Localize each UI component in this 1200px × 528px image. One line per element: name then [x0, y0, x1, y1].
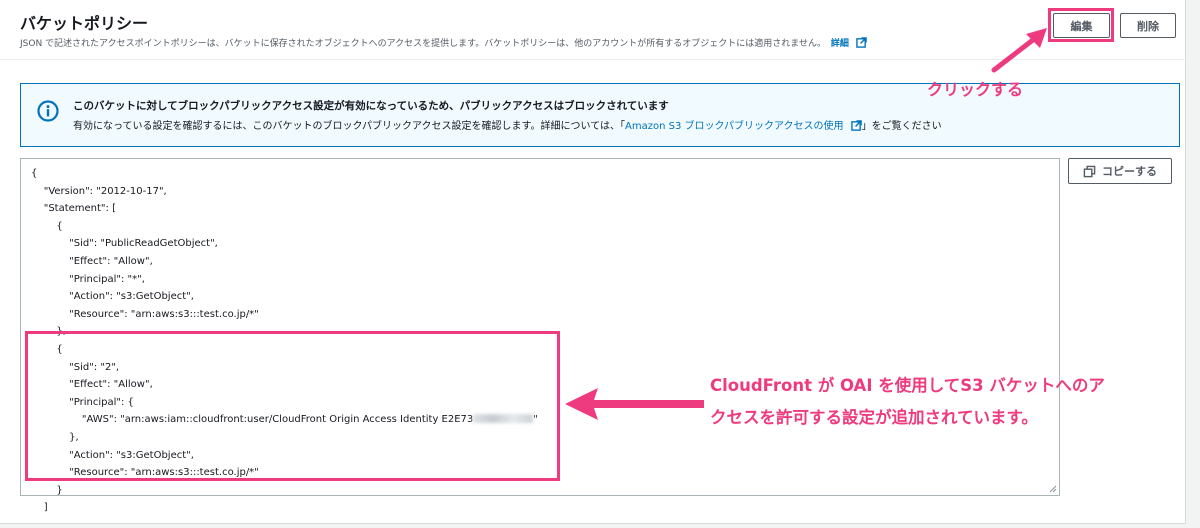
oai-statement-highlight	[25, 331, 560, 481]
alert-body-suffix: 」をご覧ください	[861, 121, 942, 132]
alert-body-prefix: 有効になっている設定を確認するには、このバケットのブロックパブリックアクセス設定…	[73, 121, 625, 132]
code-line: {	[31, 168, 38, 179]
code-line: "Principal": "*",	[31, 273, 145, 285]
copy-icon	[1083, 165, 1096, 177]
external-link-icon	[855, 37, 867, 48]
code-line: "Sid": "PublicReadGetObject",	[31, 238, 218, 250]
code-line: }	[31, 484, 63, 496]
delete-button[interactable]: 削除	[1120, 13, 1176, 38]
resize-handle-icon[interactable]	[1049, 485, 1057, 493]
code-line: "Effect": "Allow",	[31, 255, 153, 267]
alert-body: 有効になっている設定を確認するには、このバケットのブロックパブリックアクセス設定…	[73, 117, 942, 132]
code-line: "Resource": "arn:aws:s3:::test.co.jp/*"	[31, 308, 259, 320]
code-line: "Statement": [	[31, 203, 116, 215]
block-public-access-link[interactable]: Amazon S3 ブロックパブリックアクセスの使用	[625, 121, 843, 132]
alert-title: このバケットに対してブロックパブリックアクセス設定が有効になっているため、パブリ…	[73, 100, 669, 112]
policy-annotation-line-1: CloudFront が OAI を使用してS3 バケットへのア	[710, 376, 1105, 395]
details-link[interactable]: 詳細	[831, 39, 849, 49]
policy-annotation-line-2: クセスを許可する設定が追加されています。	[710, 408, 1038, 427]
copy-button-label: コピーする	[1102, 165, 1157, 178]
code-line: "Version": "2012-10-17",	[31, 185, 167, 197]
external-link-icon	[850, 120, 862, 131]
code-line: {	[31, 220, 63, 232]
edit-button-highlight	[1048, 8, 1114, 42]
page-description: JSON で記述されたアクセスポイントポリシーは、バケットに保存されたオブジェク…	[20, 36, 867, 49]
click-annotation: クリックする	[927, 80, 1024, 99]
description-text: JSON で記述されたアクセスポイントポリシーは、バケットに保存されたオブジェク…	[20, 39, 826, 49]
code-line: ]	[31, 502, 48, 514]
copy-button[interactable]: コピーする	[1068, 158, 1172, 184]
code-line: "Action": "s3:GetObject",	[31, 291, 194, 303]
page-title: バケットポリシー	[20, 14, 149, 33]
info-icon	[37, 100, 59, 122]
panel-header: バケットポリシー JSON で記述されたアクセスポイントポリシーは、バケットに保…	[0, 0, 1186, 60]
